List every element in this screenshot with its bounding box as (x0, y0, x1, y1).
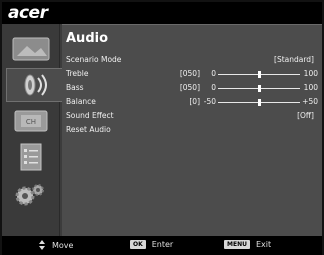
exit-hint: MENU Exit (224, 240, 271, 249)
enter-hint: OK Enter (130, 240, 173, 249)
slider-knob[interactable] (257, 85, 261, 92)
picture-icon (12, 37, 50, 61)
brand-bar: acer (2, 2, 322, 24)
acer-logo: acer (8, 3, 48, 23)
item-value-code: [050] (179, 69, 200, 78)
menu-sidebar: CH (2, 24, 64, 236)
exit-label: Exit (255, 240, 272, 249)
slider-min: 0 (211, 83, 216, 92)
list-icon (20, 143, 42, 171)
item-value: [Standard] (274, 55, 314, 64)
slider-max: +50 (302, 97, 318, 106)
bass-slider[interactable] (218, 85, 300, 92)
ok-key: OK (130, 240, 146, 249)
slider-knob[interactable] (257, 99, 261, 106)
slider-knob[interactable] (257, 71, 261, 78)
speaker-icon (24, 74, 47, 96)
item-value-code: [0] (189, 97, 200, 106)
slider-max: 100 (303, 69, 318, 78)
audio-menu-panel: Audio Scenario Mode [Standard] Treble [0… (62, 24, 322, 236)
move-label: Move (52, 240, 74, 250)
item-label: Treble (66, 69, 89, 78)
ch-icon: CH (14, 110, 48, 132)
menu-item-treble[interactable]: Treble [050] 0 100 (66, 67, 318, 81)
tab-setup[interactable] (8, 140, 54, 174)
treble-slider[interactable] (218, 71, 300, 78)
move-hint: Move (36, 240, 73, 250)
slider-max: 100 (303, 83, 318, 92)
menu-item-balance[interactable]: Balance [0] -50 +50 (66, 95, 318, 109)
slider-min: -50 (203, 97, 216, 106)
menu-item-reset-audio[interactable]: Reset Audio (66, 123, 318, 137)
item-value: [Off] (297, 111, 314, 120)
item-label: Balance (66, 97, 96, 106)
item-label: Bass (66, 83, 84, 92)
tab-settings[interactable] (8, 178, 54, 212)
tab-channel[interactable]: CH (8, 104, 54, 138)
item-label: Reset Audio (66, 125, 111, 134)
item-label: Sound Effect (66, 111, 114, 120)
gear-icon (15, 184, 44, 206)
slider-min: 0 (211, 69, 216, 78)
menu-item-sound-effect[interactable]: Sound Effect [Off] (66, 109, 318, 123)
balance-slider[interactable] (218, 99, 300, 106)
menu-item-bass[interactable]: Bass [050] 0 100 (66, 81, 318, 95)
help-bar: Move OK Enter MENU Exit (2, 236, 322, 255)
menu-item-scenario-mode[interactable]: Scenario Mode [Standard] (66, 53, 318, 67)
menu-key: MENU (224, 240, 250, 249)
move-arrows-icon (39, 240, 45, 250)
svg-text:CH: CH (26, 118, 36, 126)
tab-picture[interactable] (8, 32, 54, 66)
tab-audio[interactable] (6, 68, 64, 102)
enter-label: Enter (151, 240, 174, 249)
item-value-code: [050] (179, 83, 200, 92)
menu-title: Audio (66, 31, 109, 46)
item-label: Scenario Mode (66, 55, 122, 64)
